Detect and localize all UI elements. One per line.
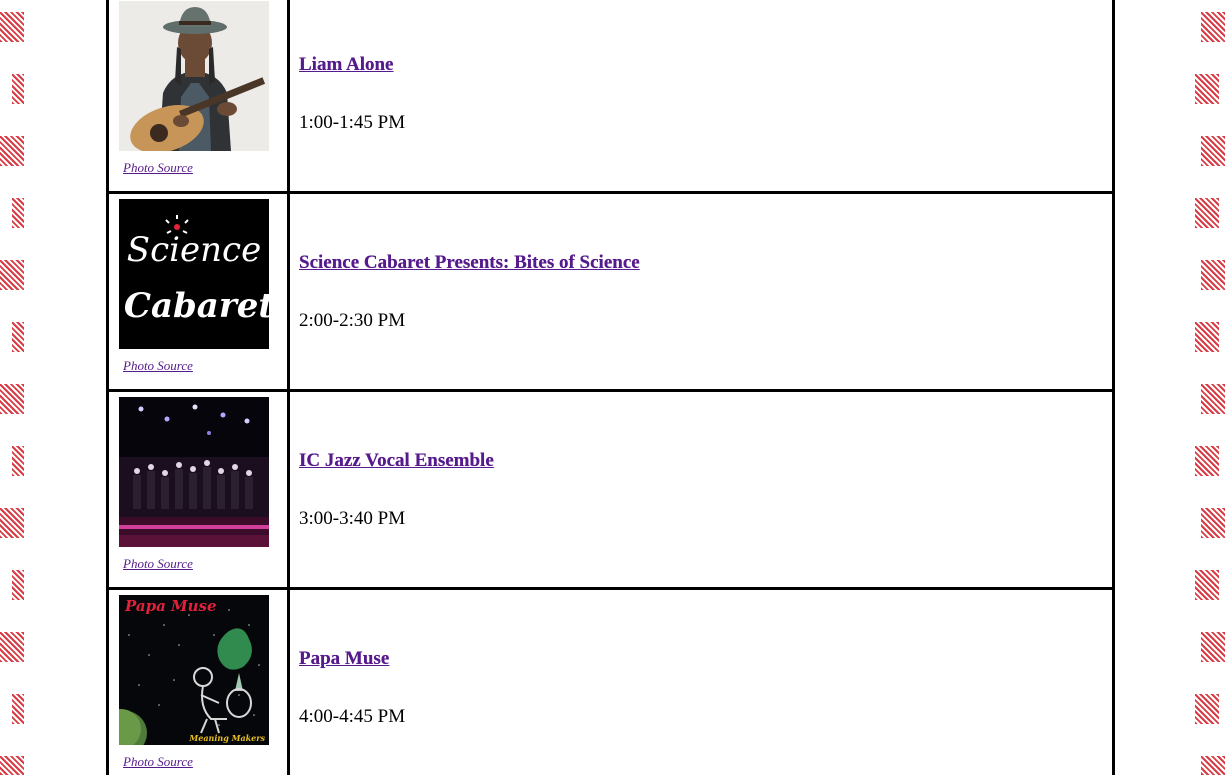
- left-border-pattern: [0, 0, 30, 775]
- album-title-text: Papa Muse: [124, 597, 217, 615]
- guitarist-photo[interactable]: [119, 1, 269, 151]
- schedule-row: Photo Source IC Jazz Vocal Ensemble 3:00…: [106, 389, 1115, 590]
- papa-muse-album-art[interactable]: Papa Muse Meaning Makers: [119, 595, 269, 745]
- stripe-tile: [1195, 322, 1219, 352]
- stripe-tile: [1201, 384, 1225, 414]
- stripe-tile: [1201, 632, 1225, 662]
- info-cell: IC Jazz Vocal Ensemble 3:00-3:40 PM: [287, 389, 1115, 590]
- stripe-tile: [1195, 446, 1219, 476]
- stripe-tile: [12, 74, 24, 104]
- photo-source-link[interactable]: Photo Source: [123, 556, 193, 572]
- stripe-tile: [1195, 570, 1219, 600]
- schedule-row: Science Cabaret Photo Source Science Cab…: [106, 191, 1115, 392]
- photo-source-link[interactable]: Photo Source: [123, 754, 193, 770]
- stripe-tile: [12, 446, 24, 476]
- act-title-link[interactable]: Papa Muse: [299, 648, 389, 670]
- act-time: 1:00-1:45 PM: [299, 111, 406, 133]
- image-cell: Photo Source: [106, 389, 290, 590]
- stripe-tile: [12, 322, 24, 352]
- stripe-tile: [1201, 12, 1225, 42]
- stripe-tile: [1195, 198, 1219, 228]
- act-time: 4:00-4:45 PM: [299, 705, 406, 727]
- album-subtitle-text: Meaning Makers: [188, 733, 265, 743]
- stripe-tile: [0, 756, 24, 775]
- stripe-tile: [0, 632, 24, 662]
- photo-source-link[interactable]: Photo Source: [123, 160, 193, 176]
- act-title-link[interactable]: IC Jazz Vocal Ensemble: [299, 450, 494, 472]
- schedule-row: Papa Muse Meaning Makers Photo Source Pa…: [106, 587, 1115, 775]
- stripe-tile: [1201, 260, 1225, 290]
- science-cabaret-logo[interactable]: Science Cabaret: [119, 199, 269, 349]
- info-cell: Science Cabaret Presents: Bites of Scien…: [287, 191, 1115, 392]
- stripe-tile: [12, 198, 24, 228]
- right-border-pattern: [1195, 0, 1225, 775]
- stripe-tile: [1201, 508, 1225, 538]
- stripe-tile: [1195, 74, 1219, 104]
- logo-text-science: Science: [127, 230, 261, 270]
- act-time: 2:00-2:30 PM: [299, 309, 406, 331]
- photo-source-link[interactable]: Photo Source: [123, 358, 193, 374]
- stripe-tile: [0, 260, 24, 290]
- stripe-tile: [1201, 756, 1225, 775]
- stripe-tile: [0, 508, 24, 538]
- stripe-tile: [1195, 694, 1219, 724]
- stripe-tile: [0, 384, 24, 414]
- image-cell: Science Cabaret Photo Source: [106, 191, 290, 392]
- act-title-link[interactable]: Science Cabaret Presents: Bites of Scien…: [299, 252, 640, 274]
- stripe-tile: [0, 136, 24, 166]
- stripe-tile: [0, 12, 24, 42]
- act-time: 3:00-3:40 PM: [299, 507, 406, 529]
- schedule-row: Photo Source Liam Alone 1:00-1:45 PM: [106, 0, 1115, 194]
- stripe-tile: [1201, 136, 1225, 166]
- info-cell: Papa Muse 4:00-4:45 PM: [287, 587, 1115, 775]
- stage-concert-photo[interactable]: [119, 397, 269, 547]
- act-title-link[interactable]: Liam Alone: [299, 54, 393, 76]
- logo-text-cabaret: Cabaret: [124, 286, 269, 326]
- stripe-tile: [12, 570, 24, 600]
- image-cell: Papa Muse Meaning Makers Photo Source: [106, 587, 290, 775]
- stripe-tile: [12, 694, 24, 724]
- image-cell: Photo Source: [106, 0, 290, 194]
- info-cell: Liam Alone 1:00-1:45 PM: [287, 0, 1115, 194]
- schedule-table: Photo Source Liam Alone 1:00-1:45 PM Sci…: [106, 0, 1115, 775]
